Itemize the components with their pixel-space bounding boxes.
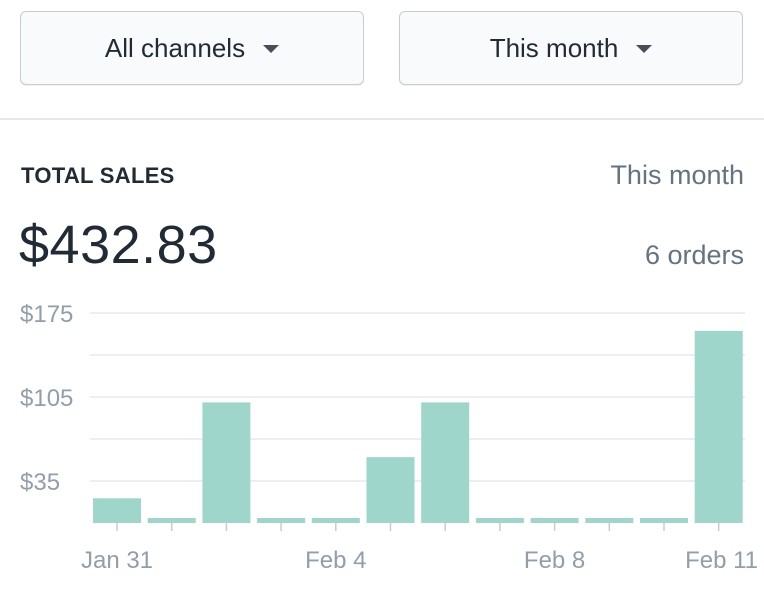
period-filter-button[interactable]: This month	[399, 11, 743, 85]
channel-filter-label: All channels	[104, 32, 246, 63]
sales-bar-chart: $175 $105 $35 Jan 31 Feb 4 Feb 8 Feb 11	[20, 301, 758, 574]
y-tick-label: $35	[20, 469, 60, 496]
x-tick-label: Feb 8	[524, 547, 585, 574]
chart-bar	[93, 498, 141, 523]
x-tick-label: Feb 4	[305, 547, 366, 574]
chart-bar	[475, 518, 524, 523]
chart-bar	[257, 518, 306, 523]
chart-bar	[311, 518, 360, 523]
chart-bar	[421, 402, 470, 523]
channel-filter-button[interactable]: All channels	[20, 11, 364, 85]
section-divider	[0, 118, 764, 120]
card-period: This month	[610, 160, 744, 190]
total-sales-value: $432.83	[19, 215, 218, 275]
chart-bar	[694, 330, 743, 523]
x-tick-label: Feb 11	[685, 547, 758, 574]
chart-bar	[530, 518, 579, 523]
chart-bar	[640, 518, 688, 523]
chart-bar	[202, 402, 251, 523]
caret-down-icon	[263, 45, 280, 53]
chart-bar	[585, 518, 634, 523]
chart-bar	[147, 518, 196, 523]
chart-bar	[366, 457, 415, 523]
y-tick-label: $175	[20, 301, 73, 328]
y-tick-label: $105	[20, 385, 73, 412]
caret-down-icon	[636, 45, 653, 53]
period-filter-label: This month	[489, 32, 619, 63]
order-count: 6 orders	[644, 240, 744, 270]
x-tick-label: Jan 31	[81, 547, 153, 574]
card-title: TOTAL SALES	[21, 163, 175, 188]
